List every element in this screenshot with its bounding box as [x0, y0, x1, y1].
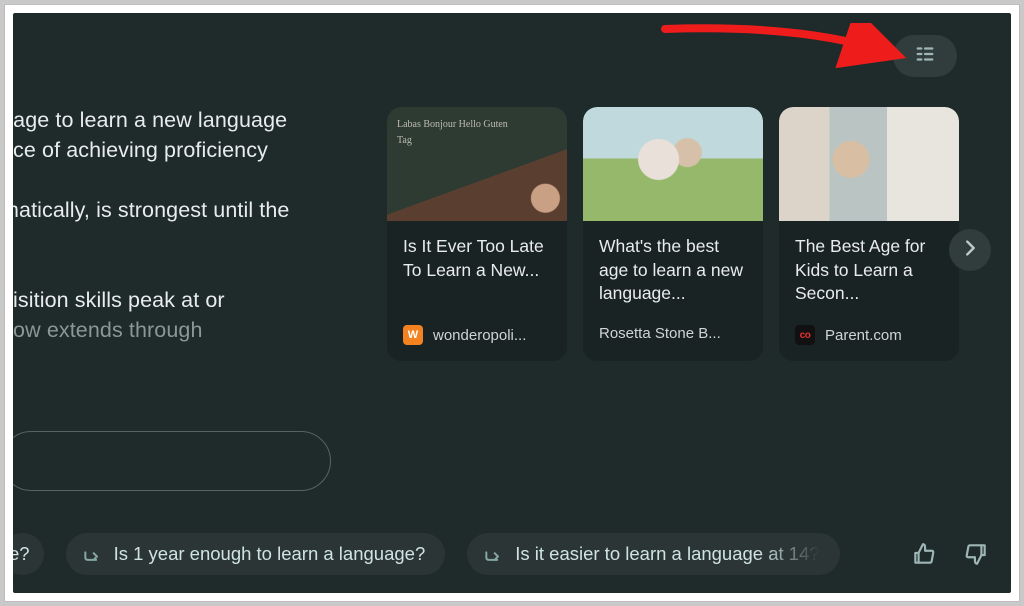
thumbs-up-button[interactable]	[911, 541, 937, 567]
show-more-outline[interactable]	[13, 431, 331, 491]
source-card[interactable]: What's the best age to learn a new langu…	[583, 107, 763, 361]
reply-arrow-icon	[82, 544, 102, 564]
feedback-controls	[911, 541, 995, 567]
favicon: W	[403, 325, 423, 345]
answer-line: nce of achieving proficiency	[13, 138, 268, 162]
card-title: The Best Age for Kids to Learn a Secon..…	[795, 235, 943, 307]
sources-panel-button[interactable]	[893, 35, 957, 77]
source-card[interactable]: Is It Ever Too Late To Learn a New... Wwo…	[387, 107, 567, 361]
answer-text-fragment: t age to learn a new language nce of ach…	[13, 105, 361, 376]
source-card[interactable]: The Best Age for Kids to Learn a Secon..…	[779, 107, 959, 361]
followup-label: Is it easier to learn a language at 14?	[515, 543, 819, 565]
answer-line: dow extends through	[13, 318, 203, 342]
followups-row: e? Is 1 year enough to learn a language?…	[13, 533, 995, 575]
source-name: wonderopoli...	[433, 327, 526, 344]
card-title: What's the best age to learn a new langu…	[599, 235, 747, 307]
followup-chip[interactable]: Is it easier to learn a language at 14?	[467, 533, 839, 575]
answer-line: matically, is strongest until the	[13, 198, 290, 222]
chevron-right-icon	[959, 237, 981, 264]
thumbs-down-button[interactable]	[963, 541, 989, 567]
carousel-next-button[interactable]	[949, 229, 991, 271]
followup-chip[interactable]: Is 1 year enough to learn a language?	[66, 533, 446, 575]
followup-label: e?	[13, 543, 30, 565]
annotation-arrow	[659, 23, 909, 93]
answer-line: t age to learn a new language	[13, 108, 287, 132]
card-source: Wwonderopoli...	[403, 325, 551, 345]
card-source: co Parent.com	[795, 325, 943, 345]
card-thumbnail	[779, 107, 959, 221]
card-thumbnail	[387, 107, 567, 221]
answer-line: uisition skills peak at or	[13, 288, 225, 312]
sources-panel-icon	[914, 43, 936, 70]
followup-chip-truncated[interactable]: e?	[13, 533, 44, 575]
followup-label: Is 1 year enough to learn a language?	[114, 543, 426, 565]
source-name: Parent.com	[825, 327, 902, 344]
source-cards-row: Is It Ever Too Late To Learn a New... Wwo…	[387, 107, 959, 361]
card-source: Rosetta Stone B...	[599, 325, 747, 342]
card-title: Is It Ever Too Late To Learn a New...	[403, 235, 551, 307]
app-surface: t age to learn a new language nce of ach…	[13, 13, 1011, 593]
favicon: co	[795, 325, 815, 345]
source-name: Rosetta Stone B...	[599, 325, 721, 342]
card-thumbnail	[583, 107, 763, 221]
reply-arrow-icon	[483, 544, 503, 564]
